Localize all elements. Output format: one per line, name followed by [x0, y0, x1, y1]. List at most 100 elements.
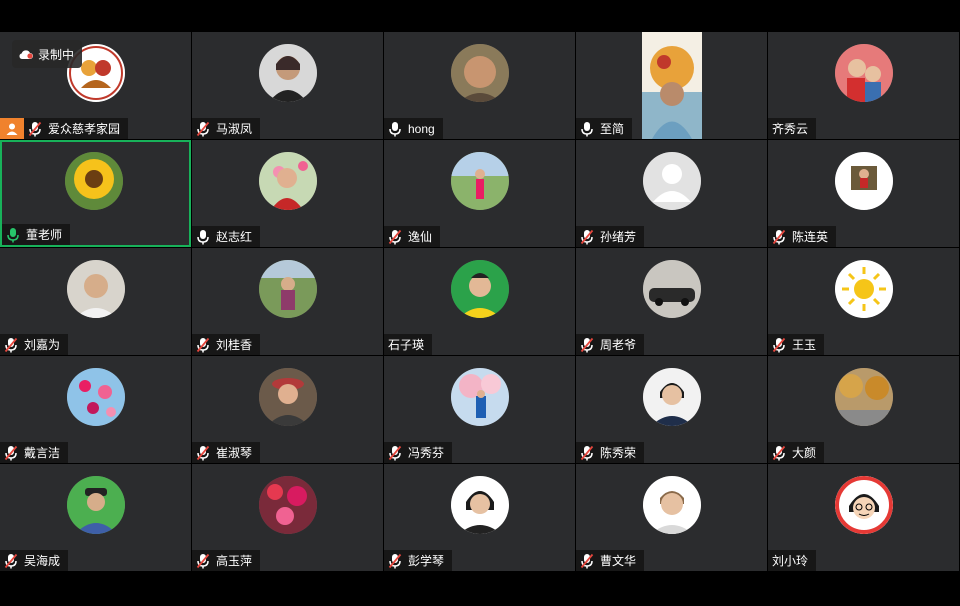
participant-nametag: 石子瑛: [384, 334, 433, 355]
participant-tile[interactable]: 赵志红: [192, 140, 383, 247]
participant-avatar: [64, 152, 123, 210]
participant-avatar: [258, 152, 317, 210]
participant-nametag: 刘嘉为: [0, 334, 69, 355]
mic-muted-icon: [4, 445, 18, 461]
participant-name: 吴海成: [24, 554, 61, 568]
participant-nametag: 彭学琴: [384, 550, 453, 571]
participant-avatar: [450, 476, 509, 534]
participant-nametag: 高玉萍: [192, 550, 261, 571]
participant-avatar: [642, 152, 701, 210]
participant-avatar: [834, 368, 893, 426]
participant-nametag: 崔淑琴: [192, 442, 261, 463]
participant-avatar: [66, 368, 125, 426]
mic-muted-icon: [388, 553, 402, 569]
participant-tile[interactable]: 吴海成: [0, 464, 191, 571]
participant-name: 陈连英: [792, 230, 829, 244]
mic-icon: [196, 229, 210, 245]
participant-name: 刘小玲: [772, 554, 809, 568]
participant-name: 王玉: [792, 338, 817, 352]
mic-muted-icon: [196, 445, 210, 461]
recording-label: 录制中: [38, 47, 75, 62]
participant-name: 冯秀芬: [408, 446, 445, 460]
participant-nametag: 爱众慈孝家园: [24, 118, 129, 139]
participant-name: 高玉萍: [216, 554, 253, 568]
cloud-recording-icon: [19, 50, 33, 59]
participant-name: 爱众慈孝家园: [48, 122, 121, 136]
participant-nametag: 陈连英: [768, 226, 837, 247]
participant-name: 至简: [600, 122, 625, 136]
participant-name: 董老师: [26, 228, 63, 242]
participant-name: 马淑凤: [216, 122, 253, 136]
participant-tile[interactable]: 彭学琴: [384, 464, 575, 571]
participant-tile[interactable]: 齐秀云: [768, 32, 959, 139]
participant-avatar: [450, 368, 509, 426]
participant-tile[interactable]: 陈秀荣: [576, 356, 767, 463]
participant-name: 齐秀云: [772, 122, 809, 136]
participant-name: 戴言洁: [24, 446, 61, 460]
participant-avatar: [834, 260, 893, 318]
participant-grid: 爱众慈孝家园 马淑凤 hong 至简 齐秀云董老师 赵志红 逸仙 孙绪芳 陈连英刘嘉为 刘桂香 石子…: [0, 32, 960, 573]
mic-muted-icon: [28, 121, 42, 137]
participant-tile[interactable]: hong: [384, 32, 575, 139]
participant-tile[interactable]: 戴言洁: [0, 356, 191, 463]
participant-tile[interactable]: 马淑凤: [192, 32, 383, 139]
participant-nametag: 冯秀芬: [384, 442, 453, 463]
participant-tile[interactable]: 孙绪芳: [576, 140, 767, 247]
participant-tile[interactable]: 至简: [576, 32, 767, 139]
participant-tile[interactable]: 崔淑琴: [192, 356, 383, 463]
participant-nametag: 逸仙: [384, 226, 441, 247]
participant-tile[interactable]: 冯秀芬: [384, 356, 575, 463]
mic-muted-icon: [772, 337, 786, 353]
participant-avatar: [642, 260, 701, 318]
recording-indicator[interactable]: 录制中: [12, 40, 83, 68]
participant-avatar: [450, 44, 509, 102]
mic-icon: [580, 121, 594, 137]
participant-name: 周老爷: [600, 338, 637, 352]
participant-name: 彭学琴: [408, 554, 445, 568]
participant-nametag: 至简: [576, 118, 633, 139]
participant-nametag: 曹文华: [576, 550, 645, 571]
participant-tile[interactable]: 周老爷: [576, 248, 767, 355]
participant-name: hong: [408, 121, 435, 136]
participant-tile[interactable]: 逸仙: [384, 140, 575, 247]
participant-tile[interactable]: 刘桂香: [192, 248, 383, 355]
participant-tile[interactable]: 刘嘉为: [0, 248, 191, 355]
participant-avatar: [66, 476, 125, 534]
participant-avatar: [258, 260, 317, 318]
mic-muted-icon: [388, 229, 402, 245]
participant-tile[interactable]: 曹文华: [576, 464, 767, 571]
participant-avatar: [834, 44, 893, 102]
participant-avatar: [834, 152, 893, 210]
participant-nametag: 董老师: [2, 224, 71, 245]
participant-avatar: [258, 368, 317, 426]
mic-muted-icon: [388, 445, 402, 461]
participant-nametag: 陈秀荣: [576, 442, 645, 463]
participant-nametag: 大颜: [768, 442, 825, 463]
participant-nametag: 戴言洁: [0, 442, 69, 463]
mic-muted-icon: [196, 337, 210, 353]
participant-avatar: [258, 44, 317, 102]
participant-avatar: [450, 260, 509, 318]
participant-nametag: 王玉: [768, 334, 825, 355]
participant-tile[interactable]: 陈连英: [768, 140, 959, 247]
participant-avatar: [834, 476, 893, 534]
participant-tile[interactable]: 刘小玲: [768, 464, 959, 571]
participant-name: 孙绪芳: [600, 230, 637, 244]
participant-nametag: 孙绪芳: [576, 226, 645, 247]
participant-nametag: hong: [384, 118, 443, 139]
participant-tile[interactable]: 大颜: [768, 356, 959, 463]
participant-tile[interactable]: 王玉: [768, 248, 959, 355]
mic-muted-icon: [580, 445, 594, 461]
participant-nametag: 马淑凤: [192, 118, 261, 139]
mic-muted-icon: [4, 337, 18, 353]
participant-avatar: [641, 32, 702, 139]
participant-tile[interactable]: 董老师: [0, 140, 191, 247]
participant-nametag: 吴海成: [0, 550, 69, 571]
participant-avatar: [642, 476, 701, 534]
participant-tile[interactable]: 石子瑛: [384, 248, 575, 355]
participant-nametag: 刘小玲: [768, 550, 817, 571]
mic-muted-icon: [4, 553, 18, 569]
participant-tile[interactable]: 高玉萍: [192, 464, 383, 571]
mic-icon: [388, 121, 402, 137]
participant-name: 逸仙: [408, 230, 433, 244]
